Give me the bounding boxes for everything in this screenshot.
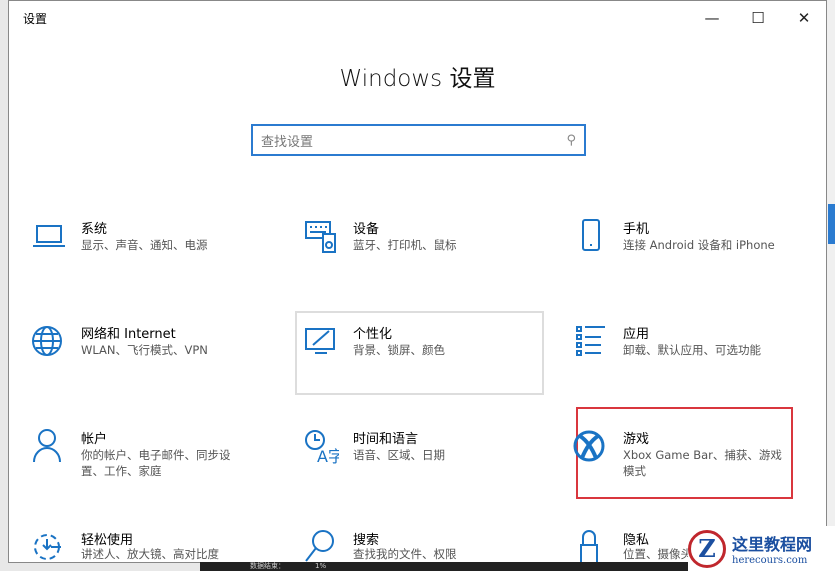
item-subtitle: 语音、区域、日期 (353, 448, 445, 462)
search-icon (303, 529, 339, 562)
logo-mark: Z (688, 529, 726, 568)
background (826, 0, 835, 571)
minimize-button[interactable]: — (689, 5, 735, 31)
globe-icon (31, 323, 67, 359)
item-title: 应用 (623, 327, 650, 342)
settings-item[interactable]: 帐户 你的帐户、电子邮件、同步设置、工作、家庭 (31, 428, 281, 478)
item-title: 个性化 (353, 327, 393, 342)
maximize-button[interactable]: ☐ (735, 5, 781, 31)
search-icon: ⚲ (566, 132, 576, 148)
xbox-icon (573, 428, 609, 464)
item-title: 帐户 (81, 432, 108, 447)
settings-item[interactable]: 个性化 背景、锁屏、颜色 (303, 323, 553, 359)
page-title: Windows 设置 (339, 66, 496, 92)
settings-item[interactable]: 轻松使用 讲述人、放大镜、高对比度 (31, 529, 281, 562)
keyboard-icon (303, 218, 339, 254)
settings-item[interactable]: A字 时间和语言 语音、区域、日期 (303, 428, 553, 466)
item-title: 系统 (81, 222, 108, 237)
settings-window: 设置 — ☐ ✕ Windows 设置 查找设置 ⚲ 系统 显示、声音、通知、电… (8, 0, 827, 563)
strip-value: 1% (315, 562, 327, 570)
apps-list-icon (573, 323, 609, 359)
item-subtitle: 卸载、默认应用、可选功能 (623, 343, 761, 357)
ease-of-access-icon (31, 529, 67, 562)
item-title: 网络和 Internet (81, 327, 176, 342)
laptop-icon (31, 218, 67, 254)
item-subtitle: 背景、锁屏、颜色 (353, 343, 445, 357)
window-title: 设置 (23, 12, 48, 26)
time-language-icon: A字 (303, 428, 344, 466)
search-input[interactable]: 查找设置 ⚲ (251, 124, 586, 156)
person-icon (31, 428, 67, 464)
watermark-logo: Z 这里教程网 herecours.com (688, 526, 835, 571)
close-button[interactable]: ✕ (781, 5, 826, 31)
settings-item[interactable]: 手机 连接 Android 设备和 iPhone (573, 218, 823, 254)
settings-item[interactable]: 设备 蓝牙、打印机、鼠标 (303, 218, 553, 254)
item-title: 手机 (623, 222, 650, 237)
logo-url: herecours.com (732, 555, 808, 566)
strip-text: 数据结束： (250, 562, 285, 570)
item-subtitle: WLAN、飞行模式、VPN (81, 343, 208, 357)
item-title: 隐私 (623, 533, 650, 548)
item-title: 游戏 (623, 432, 650, 447)
item-subtitle: 讲述人、放大镜、高对比度 (81, 548, 219, 560)
background-button (828, 204, 835, 244)
personalize-icon (303, 323, 339, 359)
item-subtitle: 连接 Android 设备和 iPhone (623, 238, 775, 252)
settings-item[interactable]: 搜索 查找我的文件、权限 (303, 529, 553, 562)
item-subtitle: 查找我的文件、权限 (353, 548, 457, 560)
logo-name: 这里教程网 (732, 535, 813, 554)
item-subtitle: 显示、声音、通知、电源 (81, 238, 208, 252)
settings-item[interactable]: 系统 显示、声音、通知、电源 (31, 218, 281, 254)
settings-item[interactable]: 游戏 Xbox Game Bar、捕获、游戏模式 (573, 428, 823, 478)
search-placeholder: 查找设置 (261, 134, 314, 150)
item-subtitle: 蓝牙、打印机、鼠标 (353, 238, 457, 252)
settings-item[interactable]: 网络和 Internet WLAN、飞行模式、VPN (31, 323, 281, 359)
item-subtitle: Xbox Game Bar、捕获、游戏模式 (623, 448, 782, 478)
settings-item[interactable]: 应用 卸载、默认应用、可选功能 (573, 323, 823, 359)
taskbar-strip: 数据结束： 1% (200, 562, 690, 571)
phone-icon (573, 218, 609, 254)
item-title: 轻松使用 (81, 533, 134, 548)
item-title: 时间和语言 (353, 432, 419, 447)
svg-text:A字: A字 (317, 447, 339, 464)
lock-icon (573, 529, 609, 562)
item-title: 设备 (353, 222, 380, 237)
item-subtitle: 你的帐户、电子邮件、同步设置、工作、家庭 (81, 448, 231, 478)
item-title: 搜索 (353, 533, 380, 548)
